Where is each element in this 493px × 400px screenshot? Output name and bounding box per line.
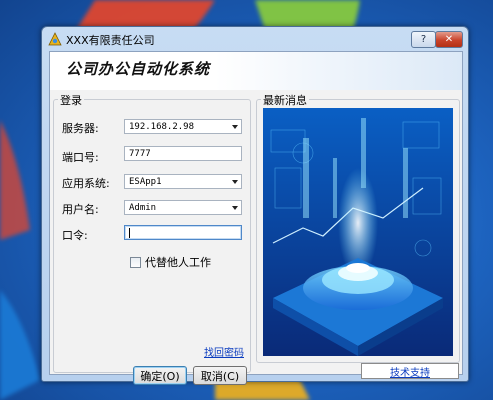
proxy-work-checkbox[interactable] [130,256,141,268]
server-value: 192.168.2.98 [129,122,195,132]
username-label: 用户名: [62,203,99,216]
username-combobox[interactable]: Admin [124,200,242,215]
dialog-body: 公司办公自动化系统 登录 服务器: 192.168.2.98 端口号: 7777… [49,51,463,385]
retrieve-password-link[interactable]: 找回密码 [204,344,244,359]
application-value: ESApp1 [129,177,162,187]
help-button[interactable]: ? [411,31,436,48]
login-group: 登录 服务器: 192.168.2.98 端口号: 7777 应用系统: ESA… [53,92,251,385]
banner-title: 公司办公自动化系统 [66,60,211,78]
login-group-label: 登录 [58,92,84,108]
chevron-down-icon [232,180,238,184]
news-illustration [263,108,453,356]
cancel-button[interactable]: 取消(C) [193,366,247,385]
technical-support-link[interactable]: 技术支持 [390,364,430,379]
chevron-down-icon [232,206,238,210]
password-label: 口令: [62,229,88,242]
close-icon: ✕ [444,34,454,45]
news-group-label: 最新消息 [261,92,309,108]
banner: 公司办公自动化系统 [50,52,462,90]
application-label: 应用系统: [62,177,110,190]
window-title: XXX有限责任公司 [66,34,155,47]
app-logo-icon [48,32,62,46]
support-box: 技术支持 [361,363,459,379]
proxy-work-label: 代替他人工作 [145,256,211,269]
server-label: 服务器: [62,122,99,135]
login-dialog: XXX有限责任公司 ? ✕ 公司办公自动化系统 登录 服务器: 192.168.… [41,26,469,385]
ok-button-label: 确定(O) [140,369,180,383]
text-caret [129,228,130,238]
password-input[interactable] [124,225,242,240]
chevron-down-icon [232,125,238,129]
ok-button[interactable]: 确定(O) [133,366,187,385]
close-button[interactable]: ✕ [435,31,463,48]
server-combobox[interactable]: 192.168.2.98 [124,119,242,134]
help-icon: ? [420,34,427,45]
username-value: Admin [129,203,157,213]
application-combobox[interactable]: ESApp1 [124,174,242,189]
proxy-work-option[interactable]: 代替他人工作 [130,254,211,270]
port-value: 7777 [129,149,151,159]
port-label: 端口号: [62,151,99,164]
title-bar[interactable]: XXX有限责任公司 ? ✕ [42,27,468,51]
news-group: 最新消息 [256,92,460,363]
cancel-button-label: 取消(C) [200,369,240,383]
port-input[interactable]: 7777 [124,146,242,161]
